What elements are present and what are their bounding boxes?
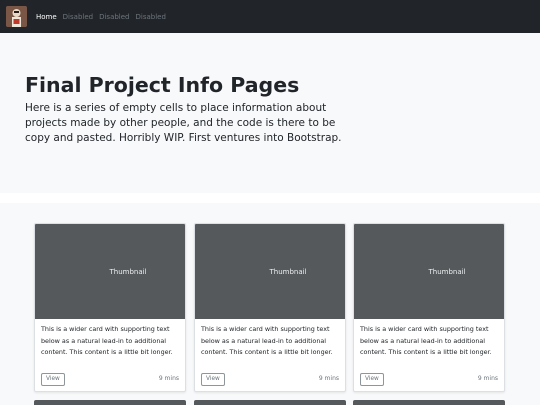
thumbnail-label: Thumbnail — [109, 267, 147, 276]
nav-disabled-link-1: Disabled — [62, 12, 94, 21]
view-button[interactable]: View — [360, 373, 384, 386]
card-thumbnail: Thumbnail — [354, 224, 504, 319]
card-thumbnail: Thumbnail — [195, 224, 345, 319]
next-row-card-thumbnail — [34, 400, 186, 405]
card-album: Thumbnail This is a wider card with supp… — [0, 203, 540, 405]
card-thumbnail: Thumbnail — [35, 224, 185, 319]
page-title: Final Project Info Pages — [25, 73, 300, 97]
nav-disabled-link-3: Disabled — [135, 12, 166, 21]
hero-lead: Here is a series of empty cells to place… — [25, 102, 342, 144]
card-text: This is a wider card with supporting tex… — [41, 325, 173, 356]
card-time: 9 mins — [318, 375, 339, 382]
card-1: Thumbnail This is a wider card with supp… — [34, 223, 186, 392]
card-time: 9 mins — [477, 375, 498, 382]
nav-home-link[interactable]: Home — [36, 13, 57, 21]
card-3: Thumbnail This is a wider card with supp… — [353, 223, 505, 392]
view-button[interactable]: View — [41, 373, 65, 386]
card-time: 9 mins — [158, 375, 179, 382]
nav-disabled-link-2: Disabled — [99, 12, 130, 21]
brand-logo-icon[interactable] — [6, 6, 27, 27]
view-button[interactable]: View — [201, 373, 225, 386]
card-text: This is a wider card with supporting tex… — [360, 325, 492, 356]
thumbnail-label: Thumbnail — [269, 267, 307, 276]
navbar: Home Disabled Disabled Disabled — [0, 0, 540, 33]
card-2: Thumbnail This is a wider card with supp… — [194, 223, 346, 392]
hero-section: Final Project Info Pages Here is a serie… — [0, 33, 540, 193]
card-text: This is a wider card with supporting tex… — [201, 325, 333, 356]
next-row-card-thumbnail — [194, 400, 346, 405]
thumbnail-label: Thumbnail — [428, 267, 466, 276]
next-row-card-thumbnail — [353, 400, 505, 405]
